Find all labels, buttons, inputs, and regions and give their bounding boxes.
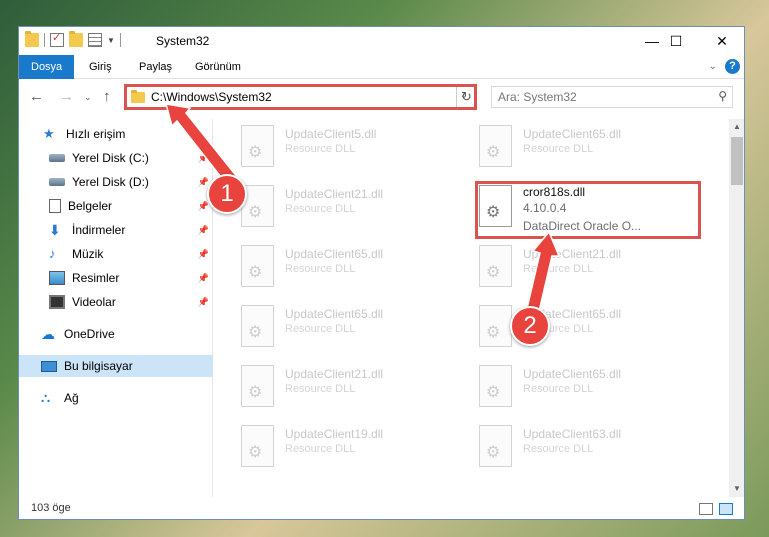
step-badge-1: 1 — [207, 174, 247, 214]
annotation-arrows — [164, 103, 561, 321]
step-badge-2: 2 — [510, 306, 550, 346]
